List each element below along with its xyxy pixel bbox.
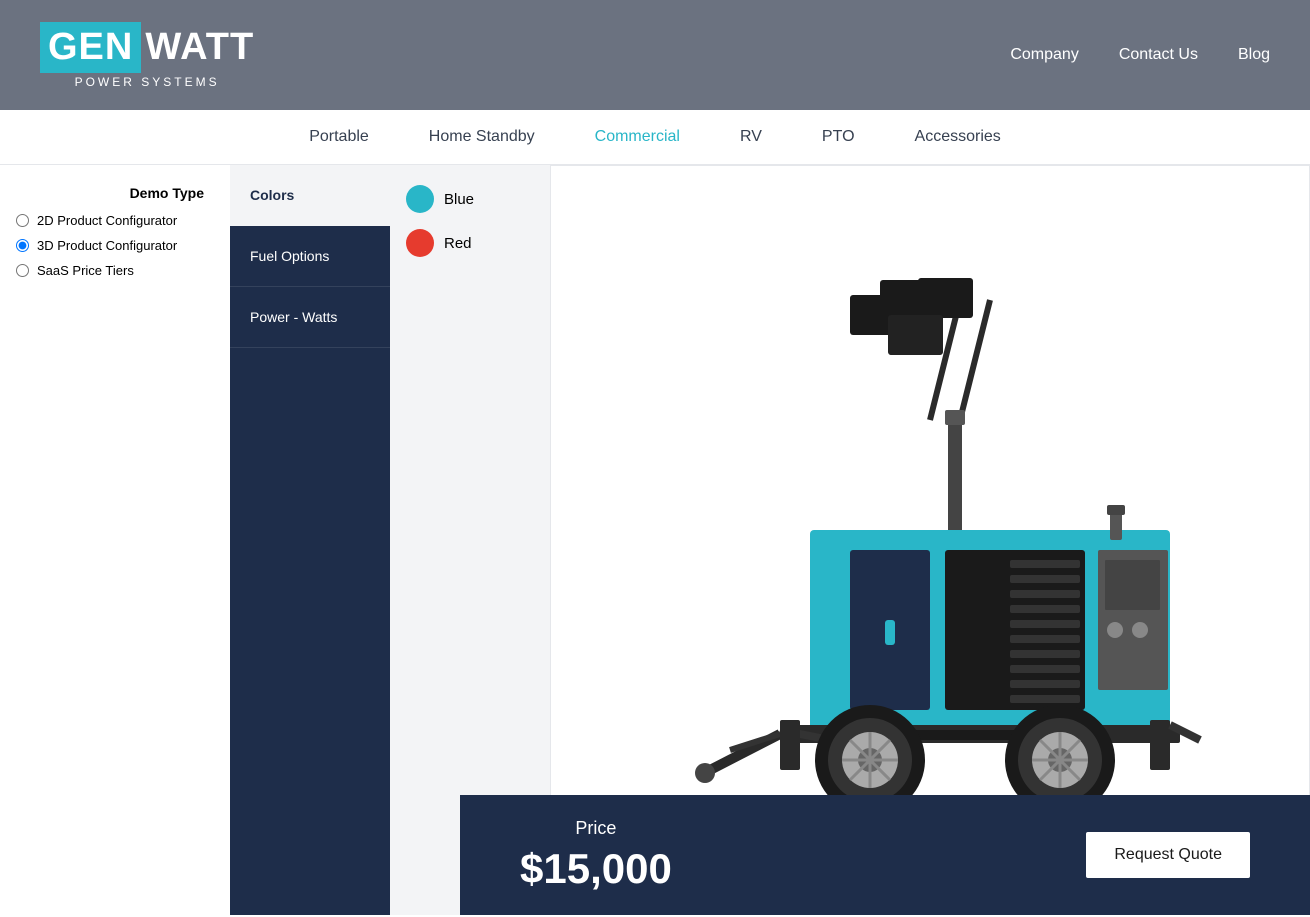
request-quote-button[interactable]: Request Quote [1086, 832, 1250, 878]
demo-type-panel: Demo Type 2D Product Configurator 3D Pro… [0, 165, 230, 915]
radio-group: 2D Product Configurator 3D Product Confi… [16, 213, 214, 278]
blue-label: Blue [444, 191, 474, 208]
radio-saas[interactable]: SaaS Price Tiers [16, 263, 214, 278]
header-nav-contact[interactable]: Contact Us [1119, 46, 1198, 64]
price-section: Price $15,000 [520, 818, 672, 893]
radio-3d-label: 3D Product Configurator [37, 238, 177, 253]
config-sidebar: Colors Fuel Options Power - Watts [230, 165, 390, 915]
generator-svg [650, 270, 1210, 810]
red-label: Red [444, 235, 472, 252]
radio-2d[interactable]: 2D Product Configurator [16, 213, 214, 228]
nav-commercial[interactable]: Commercial [595, 128, 680, 146]
radio-saas-input[interactable] [16, 264, 29, 277]
nav-portable[interactable]: Portable [309, 128, 369, 146]
radio-2d-label: 2D Product Configurator [37, 213, 177, 228]
nav-home-standby[interactable]: Home Standby [429, 128, 535, 146]
main-content: Demo Type 2D Product Configurator 3D Pro… [0, 165, 1310, 915]
radio-2d-input[interactable] [16, 214, 29, 227]
content-wrapper: Colors Fuel Options Power - Watts Blue R… [230, 165, 1310, 915]
config-power[interactable]: Power - Watts [230, 287, 390, 348]
blue-circle [406, 185, 434, 213]
radio-saas-label: SaaS Price Tiers [37, 263, 134, 278]
logo: GEN WATT POWER SYSTEMS [40, 22, 254, 89]
header: GEN WATT POWER SYSTEMS Company Contact U… [0, 0, 1310, 110]
price-bar: Price $15,000 Request Quote [460, 795, 1310, 915]
logo-gen: GEN [40, 22, 141, 73]
nav-rv[interactable]: RV [740, 128, 762, 146]
header-nav-blog[interactable]: Blog [1238, 46, 1270, 64]
color-option-red[interactable]: Red [406, 229, 534, 257]
radio-3d-input[interactable] [16, 239, 29, 252]
nav-accessories[interactable]: Accessories [915, 128, 1001, 146]
header-nav: Company Contact Us Blog [1010, 46, 1270, 64]
demo-type-label: Demo Type [16, 185, 214, 201]
config-colors[interactable]: Colors [230, 165, 390, 226]
main-nav: Portable Home Standby Commercial RV PTO … [0, 110, 1310, 165]
logo-sub: POWER SYSTEMS [75, 75, 220, 89]
header-nav-company[interactable]: Company [1010, 46, 1078, 64]
config-fuel[interactable]: Fuel Options [230, 226, 390, 287]
price-value: $15,000 [520, 845, 672, 893]
price-label: Price [575, 818, 616, 839]
nav-pto[interactable]: PTO [822, 128, 855, 146]
color-option-blue[interactable]: Blue [406, 185, 534, 213]
red-circle [406, 229, 434, 257]
radio-3d[interactable]: 3D Product Configurator [16, 238, 214, 253]
logo-watt: WATT [145, 26, 254, 69]
